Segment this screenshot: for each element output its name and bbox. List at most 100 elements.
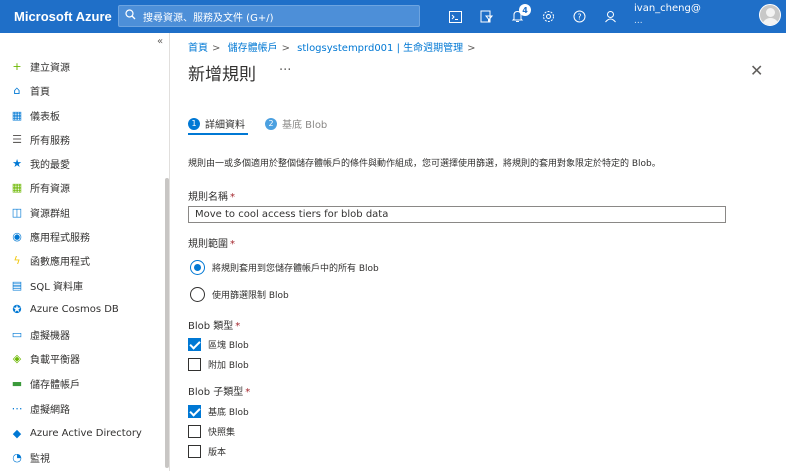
- append-blob-checkbox[interactable]: 附加 Blob: [188, 358, 249, 371]
- sidebar-item-label: 所有資源: [30, 183, 70, 195]
- chevron-right-icon: >: [281, 43, 290, 54]
- checkbox-label: 區塊 Blob: [208, 341, 249, 351]
- sidebar-item-monitor[interactable]: ◔ 監視: [10, 447, 50, 467]
- vnet-icon: ⋯: [11, 401, 23, 415]
- block-blob-checkbox[interactable]: 區塊 Blob: [188, 338, 249, 351]
- settings-gear-icon[interactable]: [533, 0, 564, 33]
- sidebar-item-aad[interactable]: ◆ Azure Active Directory: [10, 423, 142, 443]
- tab-details[interactable]: 1 詳細資料: [188, 116, 245, 131]
- sidebar-item-label: 我的最愛: [30, 159, 70, 171]
- sidebar-item-vnet[interactable]: ⋯ 虛擬網路: [10, 398, 71, 418]
- avatar[interactable]: [759, 4, 781, 26]
- step-label: 詳細資料: [205, 120, 245, 131]
- sidebar-item-label: Azure Active Directory: [30, 427, 142, 439]
- sidebar-item-home[interactable]: ⌂ 首頁: [10, 80, 51, 100]
- storage-icon: ▬: [11, 376, 23, 390]
- chevron-right-icon: >: [212, 43, 221, 54]
- close-icon[interactable]: ✕: [750, 61, 763, 80]
- main-content: 首頁 > 儲存體帳戶 > stlogsystemprd001 | 生命週期管理 > 新…: [171, 33, 786, 471]
- brand-title[interactable]: Microsoft Azure: [0, 9, 118, 24]
- sidebar-item-label: 虛擬網路: [30, 404, 70, 416]
- checkbox-unchecked: [188, 425, 201, 438]
- svg-text:?: ?: [577, 13, 581, 22]
- top-bar: Microsoft Azure 搜尋資源、服務及文件 (G+/) 4 ? iva…: [0, 0, 786, 33]
- dashboard-icon: ▦: [11, 108, 23, 122]
- step-label: 基底 Blob: [282, 120, 328, 131]
- more-options-icon[interactable]: ···: [279, 63, 291, 78]
- sidebar-item-label: 虛擬機器: [30, 330, 70, 342]
- directory-filter-icon[interactable]: [471, 0, 502, 33]
- checkbox-label: 附加 Blob: [208, 361, 249, 371]
- sidebar-item-resource-group[interactable]: ◫ 資源群組: [10, 202, 70, 222]
- sidebar-item-sql[interactable]: ▤ SQL 資料庫: [10, 275, 83, 295]
- sidebar: « + 建立資源 ⌂ 首頁 ▦ 儀表板 ☰ 所有服務 ★ 我的最愛 ▦ 所有資源 ◫ 資源群組 ◉ 應用程式服…: [0, 33, 170, 471]
- search-box[interactable]: 搜尋資源、服務及文件 (G+/): [118, 5, 420, 27]
- sidebar-item-label: 應用程式服務: [30, 232, 90, 244]
- sidebar-item-label: 儀表板: [30, 111, 60, 123]
- tab-base-blob[interactable]: 2 基底 Blob: [265, 116, 327, 131]
- sidebar-item-dashboard[interactable]: ▦ 儀表板: [10, 105, 60, 125]
- feedback-icon[interactable]: [595, 0, 626, 33]
- required-mark: *: [245, 387, 251, 398]
- breadcrumb-lifecycle[interactable]: stlogsystemprd001 | 生命週期管理: [297, 43, 463, 54]
- sidebar-item-label: 資源群組: [30, 208, 70, 220]
- radio-selected: [190, 260, 205, 275]
- rule-scope-label: 規則範圍 *: [188, 235, 235, 250]
- rule-name-input[interactable]: [188, 206, 726, 223]
- sidebar-item-load-balancer[interactable]: ◈ 負載平衡器: [10, 348, 80, 368]
- page-title: 新增規則: [188, 65, 256, 85]
- notifications-icon[interactable]: 4: [502, 0, 533, 33]
- app-service-icon: ◉: [12, 229, 22, 243]
- blob-type-label: Blob 類型 *: [188, 317, 240, 332]
- breadcrumb-storage-accounts[interactable]: 儲存體帳戶: [228, 43, 278, 54]
- cosmos-icon: ✪: [12, 302, 22, 316]
- sidebar-item-label: 儲存體帳戶: [30, 379, 80, 391]
- sidebar-item-vm[interactable]: ▭ 虛擬機器: [10, 324, 70, 344]
- sidebar-item-grid[interactable]: ▦ 所有資源: [10, 177, 70, 197]
- breadcrumb-home[interactable]: 首頁: [188, 43, 208, 54]
- scope-filter-radio[interactable]: 使用篩選限制 Blob: [190, 287, 289, 302]
- sidebar-item-label: SQL 資料庫: [30, 281, 83, 293]
- search-icon: [125, 9, 136, 23]
- base-blob-checkbox[interactable]: 基底 Blob: [188, 405, 249, 418]
- breadcrumb: 首頁 > 儲存體帳戶 > stlogsystemprd001 | 生命週期管理 >: [188, 39, 480, 54]
- sidebar-item-label: 首頁: [30, 86, 50, 98]
- vm-icon: ▭: [11, 327, 23, 341]
- chevron-right-icon: >: [467, 43, 476, 54]
- version-checkbox[interactable]: 版本: [188, 445, 226, 458]
- grid-icon: ▦: [11, 180, 23, 194]
- cloud-shell-icon[interactable]: [440, 0, 471, 33]
- sidebar-item-plus[interactable]: + 建立資源: [10, 56, 70, 76]
- snapshot-checkbox[interactable]: 快照集: [188, 425, 235, 438]
- required-mark: *: [235, 321, 241, 332]
- checkbox-label: 快照集: [208, 428, 236, 438]
- sidebar-scrollbar[interactable]: [165, 178, 169, 468]
- star-icon: ★: [12, 156, 22, 170]
- user-org: ...: [634, 16, 643, 26]
- scope-all-blobs-radio[interactable]: 將規則套用到您儲存體帳戶中的所有 Blob: [190, 260, 379, 275]
- load-balancer-icon: ◈: [12, 351, 22, 365]
- user-account[interactable]: ivan_cheng@ ...: [634, 2, 754, 28]
- rule-description: 規則由一或多個適用於整個儲存體帳戶的條件與動作組成，您可選擇使用篩選，將規則的套…: [188, 159, 661, 169]
- sidebar-item-storage[interactable]: ▬ 儲存體帳戶: [10, 373, 80, 393]
- sidebar-item-function[interactable]: ϟ 函數應用程式: [10, 250, 90, 270]
- checkbox-checked: [188, 405, 201, 418]
- label-text: 規則範圍: [188, 239, 228, 250]
- collapse-sidebar-icon[interactable]: «: [157, 36, 163, 47]
- sidebar-item-app-service[interactable]: ◉ 應用程式服務: [10, 226, 90, 246]
- radio-unselected: [190, 287, 205, 302]
- sidebar-item-label: 所有服務: [30, 135, 70, 147]
- sidebar-item-star[interactable]: ★ 我的最愛: [10, 153, 70, 173]
- label-text: Blob 類型: [188, 321, 234, 332]
- help-icon[interactable]: ?: [564, 0, 595, 33]
- checkbox-unchecked: [188, 358, 201, 371]
- search-placeholder: 搜尋資源、服務及文件 (G+/): [143, 12, 274, 24]
- checkbox-label: 基底 Blob: [208, 408, 249, 418]
- label-text: 規則名稱: [188, 192, 228, 203]
- sidebar-item-list[interactable]: ☰ 所有服務: [10, 129, 70, 149]
- sidebar-item-cosmos[interactable]: ✪ Azure Cosmos DB: [10, 299, 119, 319]
- sidebar-item-label: 函數應用程式: [30, 256, 90, 268]
- sidebar-item-label: Azure Cosmos DB: [30, 303, 119, 315]
- checkbox-checked: [188, 338, 201, 351]
- list-icon: ☰: [12, 132, 22, 146]
